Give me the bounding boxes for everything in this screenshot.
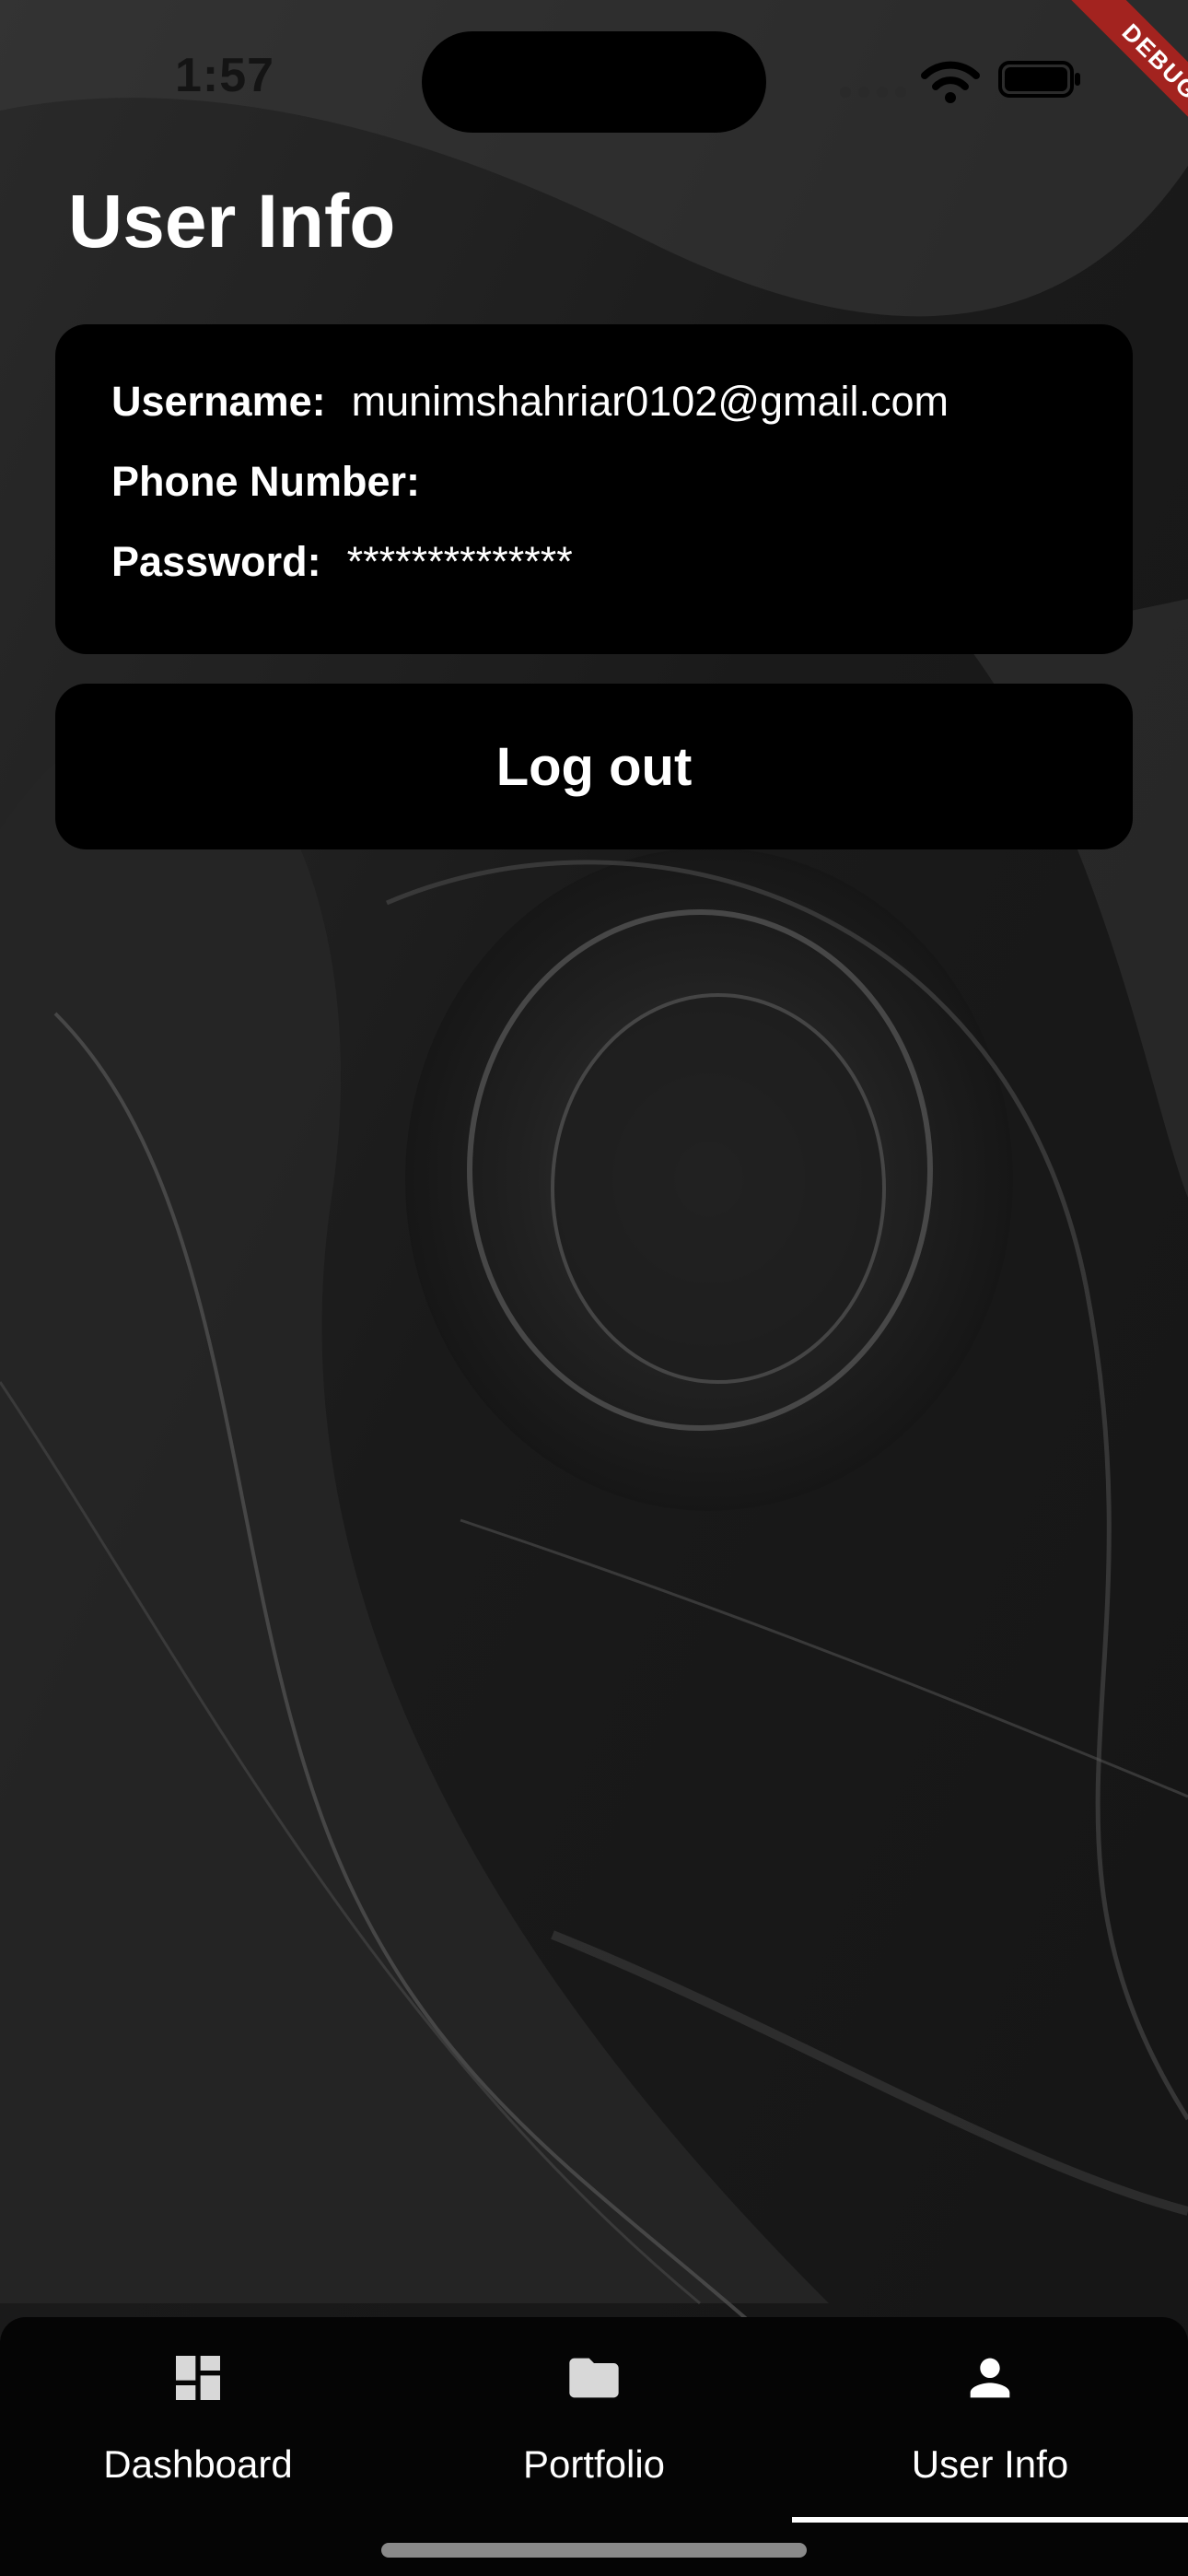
status-bar: 1:57 <box>0 0 1188 138</box>
debug-label: DEBUG <box>1068 0 1188 154</box>
nav-label-user-info: User Info <box>911 2442 1069 2486</box>
status-time: 1:57 <box>175 49 275 102</box>
dynamic-island <box>422 31 766 133</box>
wifi-icon <box>921 61 980 103</box>
nav-item-dashboard[interactable]: Dashboard <box>0 2317 396 2576</box>
phone-label: Phone Number: <box>111 458 421 505</box>
folder-icon <box>569 2358 619 2398</box>
signal-icon <box>840 87 906 98</box>
username-row: Username: munimshahriar0102@gmail.com <box>111 378 1133 458</box>
page-title: User Info <box>68 180 396 263</box>
logout-button[interactable]: Log out <box>55 684 1133 849</box>
nav-item-portfolio[interactable]: Portfolio <box>396 2317 792 2576</box>
password-label: Password: <box>111 538 321 585</box>
user-info-card: Username: munimshahriar0102@gmail.com Ph… <box>55 324 1133 654</box>
nav-item-user-info[interactable]: User Info <box>792 2317 1188 2576</box>
dashboard-icon <box>176 2356 220 2400</box>
phone-row: Phone Number: <box>111 458 1133 538</box>
bottom-nav: Dashboard Portfolio User Info <box>0 2317 1188 2576</box>
username-label: Username: <box>111 378 326 425</box>
person-icon <box>970 2358 1010 2398</box>
username-value: munimshahriar0102@gmail.com <box>351 378 949 425</box>
nav-label-portfolio: Portfolio <box>522 2442 666 2486</box>
selected-tab-indicator <box>792 2517 1188 2523</box>
home-indicator[interactable] <box>381 2543 807 2558</box>
password-value: ************** <box>346 538 573 585</box>
nav-label-dashboard: Dashboard <box>103 2442 293 2486</box>
password-row: Password: ************** <box>111 538 1133 618</box>
debug-banner: DEBUG <box>1019 0 1188 170</box>
